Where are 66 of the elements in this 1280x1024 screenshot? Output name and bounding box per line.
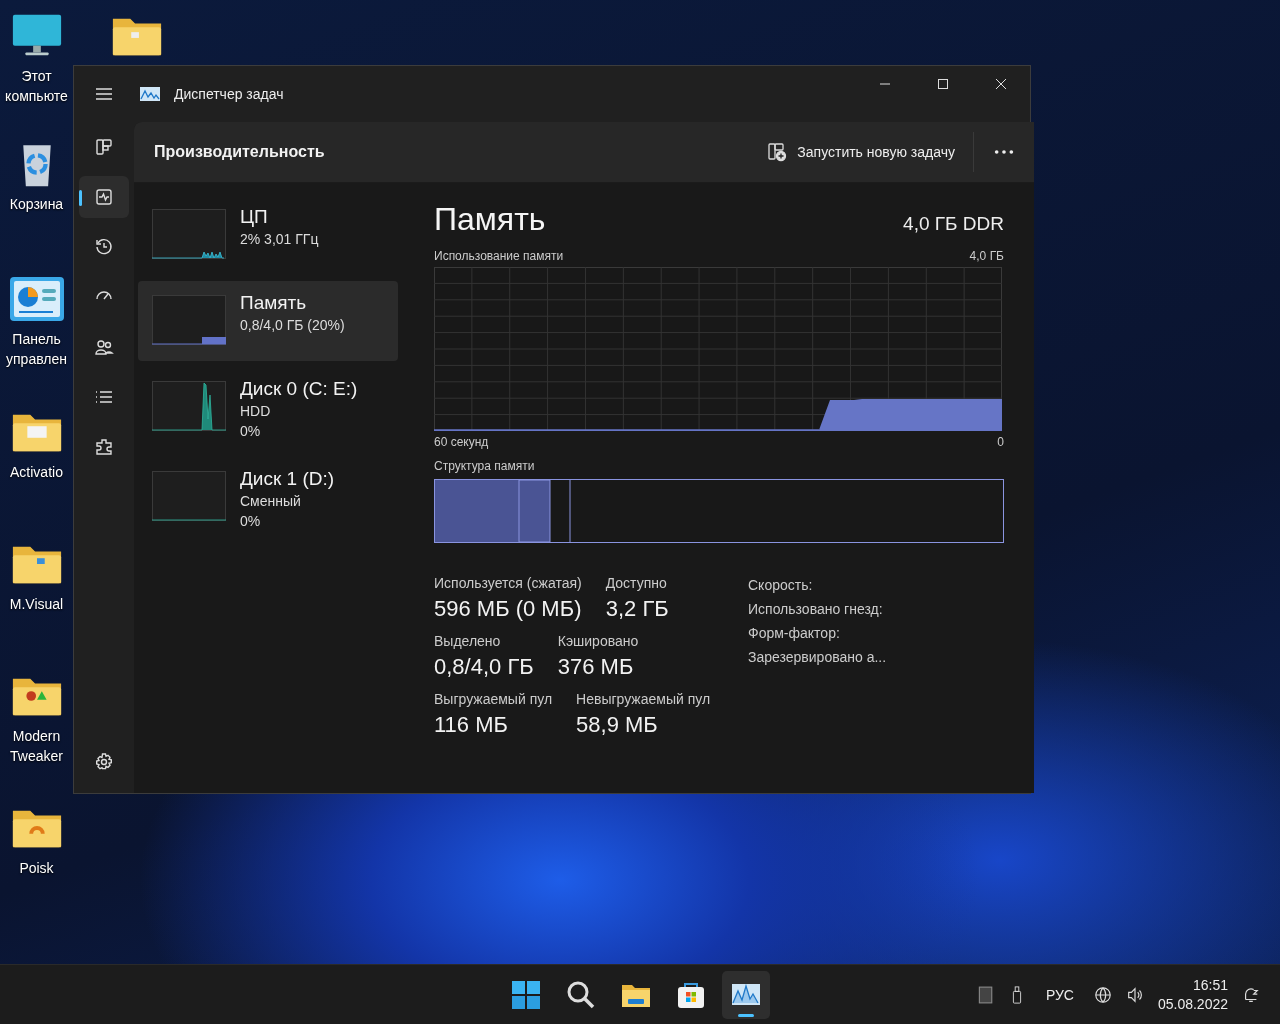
stat-label: Невыгружаемый пул [576, 690, 711, 709]
speaker-icon[interactable] [1125, 985, 1144, 1004]
stat-label: Выделено [434, 632, 502, 651]
desktop-icon-label: M.Visual [9, 595, 64, 614]
device-info: 0% [240, 422, 262, 441]
property-label: Зарезервировано а... [748, 648, 887, 667]
stat-label: Кэшировано [557, 632, 639, 651]
window-title: Диспетчер задач [174, 86, 284, 102]
run-new-task-button[interactable]: Запустить новую задачу [757, 132, 965, 172]
taskbar-app-button[interactable] [722, 970, 770, 1019]
device-list-item[interactable]: Диск 0 (C: E:) HDD 0% [138, 367, 398, 451]
time-end-label: 0 [997, 434, 1004, 451]
history-icon [94, 237, 114, 257]
nav-tab[interactable] [79, 176, 129, 218]
globe-icon[interactable] [1093, 985, 1112, 1004]
desktop-icon-label: Панель управлен [6, 330, 67, 369]
graph-label: Использование памяти [434, 248, 564, 265]
close-icon [995, 78, 1007, 90]
stat-value: 3,2 ГБ [605, 595, 669, 623]
device-info: 2% 3,01 ГГц [240, 230, 319, 249]
device-list-item[interactable]: Память 0,8/4,0 ГБ (20%) [138, 281, 398, 361]
stat-label: Доступно [605, 574, 668, 593]
language-indicator[interactable]: РУС [1045, 986, 1074, 1003]
desktop-icon-label: Корзина [9, 195, 64, 214]
device-info: HDD [240, 402, 272, 421]
device-info: Сменный [240, 492, 302, 511]
composition-label: Структура памяти [434, 458, 535, 475]
grid-icon [94, 137, 114, 157]
desktop-icon-label: Poisk [19, 859, 54, 878]
device-list-item[interactable]: Диск 1 (D:) Сменный 0% [138, 457, 398, 541]
device-name: ЦП [240, 205, 269, 229]
device-name: Память [240, 291, 308, 315]
property-label: Форм-фактор: [748, 624, 841, 643]
device-info: 0% [240, 512, 262, 531]
desktop-icon-label: Этот компьюте [5, 67, 68, 106]
more-icon [993, 149, 1015, 155]
new-task-icon [767, 142, 788, 162]
device-list-item[interactable]: ЦП 2% 3,01 ГГц [138, 195, 398, 275]
stat-value: 116 МБ [434, 711, 509, 739]
notification-bell-icon[interactable] [1242, 985, 1260, 1004]
settings-icon [94, 752, 114, 772]
property-label: Использовано гнезд: [748, 600, 884, 619]
puzzle-icon [94, 437, 114, 457]
property-label: Скорость: [748, 576, 814, 595]
four-squares-icon [510, 978, 542, 1011]
page-title: Производительность [154, 143, 325, 161]
device-info: 0,8/4,0 ГБ (20%) [240, 316, 345, 335]
stat-value: 376 МБ [557, 653, 635, 681]
stat-label: Выгружаемый пул [434, 690, 553, 709]
desktop-icon-label: Modern Tweaker [10, 727, 63, 766]
graph-max-label: 4,0 ГБ [969, 248, 1004, 265]
memory-spec: 4,0 ГБ DDR [903, 213, 1004, 235]
users-icon [94, 337, 114, 357]
clock[interactable]: 16:51 05.08.2022 [1157, 975, 1228, 1014]
stat-label: Используется (сжатая) [434, 574, 582, 593]
device-name: Диск 1 (D:) [240, 467, 335, 491]
maximize-icon [937, 78, 949, 90]
desktop-icon-label: Activatio [10, 463, 63, 482]
pulse-icon [94, 187, 114, 207]
stat-value: 0,8/4,0 ГБ [434, 653, 534, 681]
stat-value: 596 МБ (0 МБ) [434, 595, 582, 623]
detail-title: Память [434, 201, 546, 238]
app-graph-icon [140, 87, 160, 101]
stat-value: 58,9 МБ [576, 711, 659, 739]
time-span-label: 60 секунд [434, 434, 489, 451]
device-name: Диск 0 (C: E:) [240, 377, 358, 401]
